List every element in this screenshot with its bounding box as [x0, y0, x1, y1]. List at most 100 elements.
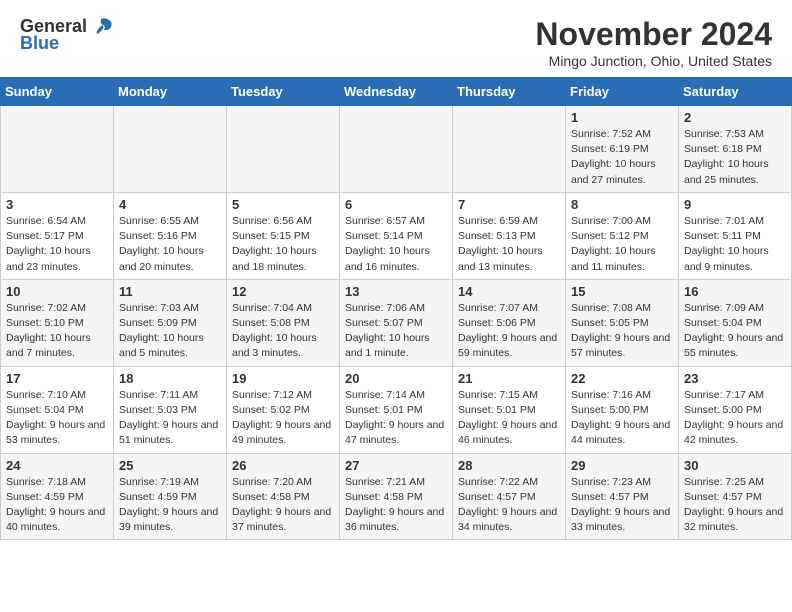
day-info: Sunrise: 6:56 AM Sunset: 5:15 PM Dayligh…	[232, 214, 334, 275]
calendar-cell: 6 Sunrise: 6:57 AM Sunset: 5:14 PM Daylig…	[340, 192, 453, 279]
day-number: 26	[232, 458, 334, 473]
day-info: Sunrise: 7:16 AM Sunset: 5:00 PM Dayligh…	[571, 388, 673, 449]
day-info: Sunrise: 7:01 AM Sunset: 5:11 PM Dayligh…	[684, 214, 786, 275]
day-info: Sunrise: 6:55 AM Sunset: 5:16 PM Dayligh…	[119, 214, 221, 275]
calendar-cell: 28 Sunrise: 7:22 AM Sunset: 4:57 PM Dayli…	[453, 453, 566, 540]
weekday-header-thursday: Thursday	[453, 78, 566, 106]
calendar-cell: 18 Sunrise: 7:11 AM Sunset: 5:03 PM Dayli…	[114, 366, 227, 453]
day-number: 16	[684, 284, 786, 299]
day-info: Sunrise: 7:11 AM Sunset: 5:03 PM Dayligh…	[119, 388, 221, 449]
location: Mingo Junction, Ohio, United States	[535, 53, 772, 69]
logo-bird-icon	[91, 17, 113, 37]
calendar-cell: 23 Sunrise: 7:17 AM Sunset: 5:00 PM Dayli…	[679, 366, 792, 453]
day-number: 9	[684, 197, 786, 212]
calendar-cell: 3 Sunrise: 6:54 AM Sunset: 5:17 PM Daylig…	[1, 192, 114, 279]
day-number: 22	[571, 371, 673, 386]
calendar-cell: 17Sunrise: 7:10 AM Sunset: 5:04 PM Dayli…	[1, 366, 114, 453]
day-number: 18	[119, 371, 221, 386]
day-info: Sunrise: 7:10 AM Sunset: 5:04 PM Dayligh…	[6, 388, 108, 449]
weekday-header-friday: Friday	[566, 78, 679, 106]
day-number: 15	[571, 284, 673, 299]
calendar-cell: 22 Sunrise: 7:16 AM Sunset: 5:00 PM Dayli…	[566, 366, 679, 453]
day-info: Sunrise: 7:02 AM Sunset: 5:10 PM Dayligh…	[6, 301, 108, 362]
weekday-header-monday: Monday	[114, 78, 227, 106]
logo-blue-text: Blue	[20, 33, 59, 54]
day-number: 8	[571, 197, 673, 212]
calendar-cell: 4 Sunrise: 6:55 AM Sunset: 5:16 PM Daylig…	[114, 192, 227, 279]
calendar-cell: 30 Sunrise: 7:25 AM Sunset: 4:57 PM Dayli…	[679, 453, 792, 540]
calendar-cell	[114, 106, 227, 193]
day-info: Sunrise: 7:17 AM Sunset: 5:00 PM Dayligh…	[684, 388, 786, 449]
day-number: 14	[458, 284, 560, 299]
calendar-cell: 14 Sunrise: 7:07 AM Sunset: 5:06 PM Dayli…	[453, 279, 566, 366]
calendar-cell: 13 Sunrise: 7:06 AM Sunset: 5:07 PM Dayli…	[340, 279, 453, 366]
day-number: 27	[345, 458, 447, 473]
calendar-cell: 11 Sunrise: 7:03 AM Sunset: 5:09 PM Dayli…	[114, 279, 227, 366]
day-info: Sunrise: 6:57 AM Sunset: 5:14 PM Dayligh…	[345, 214, 447, 275]
title-area: November 2024 Mingo Junction, Ohio, Unit…	[535, 16, 772, 69]
calendar-cell: 19Sunrise: 7:12 AM Sunset: 5:02 PM Dayli…	[227, 366, 340, 453]
day-number: 4	[119, 197, 221, 212]
calendar-cell	[227, 106, 340, 193]
calendar-cell	[453, 106, 566, 193]
weekday-header-sunday: Sunday	[1, 78, 114, 106]
calendar-cell: 15 Sunrise: 7:08 AM Sunset: 5:05 PM Dayli…	[566, 279, 679, 366]
day-number: 29	[571, 458, 673, 473]
day-info: Sunrise: 7:06 AM Sunset: 5:07 PM Dayligh…	[345, 301, 447, 362]
header: General Blue November 2024 Mingo Junctio…	[0, 0, 792, 77]
day-number: 5	[232, 197, 334, 212]
month-title: November 2024	[535, 16, 772, 53]
day-info: Sunrise: 7:25 AM Sunset: 4:57 PM Dayligh…	[684, 475, 786, 536]
calendar-week-row: 3 Sunrise: 6:54 AM Sunset: 5:17 PM Daylig…	[1, 192, 792, 279]
day-number: 13	[345, 284, 447, 299]
calendar-cell: 5 Sunrise: 6:56 AM Sunset: 5:15 PM Daylig…	[227, 192, 340, 279]
day-info: Sunrise: 7:07 AM Sunset: 5:06 PM Dayligh…	[458, 301, 560, 362]
day-number: 20	[345, 371, 447, 386]
day-number: 7	[458, 197, 560, 212]
day-info: Sunrise: 7:22 AM Sunset: 4:57 PM Dayligh…	[458, 475, 560, 536]
day-info: Sunrise: 7:53 AM Sunset: 6:18 PM Dayligh…	[684, 127, 786, 188]
logo: General Blue	[20, 16, 113, 54]
calendar-cell: 8 Sunrise: 7:00 AM Sunset: 5:12 PM Daylig…	[566, 192, 679, 279]
day-info: Sunrise: 7:09 AM Sunset: 5:04 PM Dayligh…	[684, 301, 786, 362]
day-number: 21	[458, 371, 560, 386]
day-number: 30	[684, 458, 786, 473]
day-number: 2	[684, 110, 786, 125]
day-info: Sunrise: 7:00 AM Sunset: 5:12 PM Dayligh…	[571, 214, 673, 275]
calendar-cell: 24 Sunrise: 7:18 AM Sunset: 4:59 PM Dayli…	[1, 453, 114, 540]
day-number: 3	[6, 197, 108, 212]
day-number: 6	[345, 197, 447, 212]
calendar: SundayMondayTuesdayWednesdayThursdayFrid…	[0, 77, 792, 540]
day-number: 1	[571, 110, 673, 125]
calendar-cell: 1 Sunrise: 7:52 AM Sunset: 6:19 PM Daylig…	[566, 106, 679, 193]
weekday-header-tuesday: Tuesday	[227, 78, 340, 106]
day-info: Sunrise: 7:12 AM Sunset: 5:02 PM Dayligh…	[232, 388, 334, 449]
calendar-week-row: 24 Sunrise: 7:18 AM Sunset: 4:59 PM Dayli…	[1, 453, 792, 540]
day-number: 28	[458, 458, 560, 473]
weekday-header-saturday: Saturday	[679, 78, 792, 106]
day-number: 10	[6, 284, 108, 299]
day-info: Sunrise: 7:23 AM Sunset: 4:57 PM Dayligh…	[571, 475, 673, 536]
day-number: 11	[119, 284, 221, 299]
weekday-header-wednesday: Wednesday	[340, 78, 453, 106]
day-info: Sunrise: 7:14 AM Sunset: 5:01 PM Dayligh…	[345, 388, 447, 449]
day-info: Sunrise: 7:52 AM Sunset: 6:19 PM Dayligh…	[571, 127, 673, 188]
day-info: Sunrise: 7:03 AM Sunset: 5:09 PM Dayligh…	[119, 301, 221, 362]
calendar-week-row: 10 Sunrise: 7:02 AM Sunset: 5:10 PM Dayli…	[1, 279, 792, 366]
day-info: Sunrise: 7:08 AM Sunset: 5:05 PM Dayligh…	[571, 301, 673, 362]
calendar-cell: 10 Sunrise: 7:02 AM Sunset: 5:10 PM Dayli…	[1, 279, 114, 366]
calendar-cell: 20 Sunrise: 7:14 AM Sunset: 5:01 PM Dayli…	[340, 366, 453, 453]
day-info: Sunrise: 7:18 AM Sunset: 4:59 PM Dayligh…	[6, 475, 108, 536]
day-info: Sunrise: 7:04 AM Sunset: 5:08 PM Dayligh…	[232, 301, 334, 362]
day-info: Sunrise: 6:54 AM Sunset: 5:17 PM Dayligh…	[6, 214, 108, 275]
calendar-cell: 9 Sunrise: 7:01 AM Sunset: 5:11 PM Daylig…	[679, 192, 792, 279]
day-info: Sunrise: 6:59 AM Sunset: 5:13 PM Dayligh…	[458, 214, 560, 275]
day-info: Sunrise: 7:20 AM Sunset: 4:58 PM Dayligh…	[232, 475, 334, 536]
day-number: 24	[6, 458, 108, 473]
calendar-cell: 21Sunrise: 7:15 AM Sunset: 5:01 PM Dayli…	[453, 366, 566, 453]
calendar-week-row: 1 Sunrise: 7:52 AM Sunset: 6:19 PM Daylig…	[1, 106, 792, 193]
calendar-cell: 2 Sunrise: 7:53 AM Sunset: 6:18 PM Daylig…	[679, 106, 792, 193]
calendar-cell: 25Sunrise: 7:19 AM Sunset: 4:59 PM Dayli…	[114, 453, 227, 540]
day-info: Sunrise: 7:21 AM Sunset: 4:58 PM Dayligh…	[345, 475, 447, 536]
day-number: 23	[684, 371, 786, 386]
